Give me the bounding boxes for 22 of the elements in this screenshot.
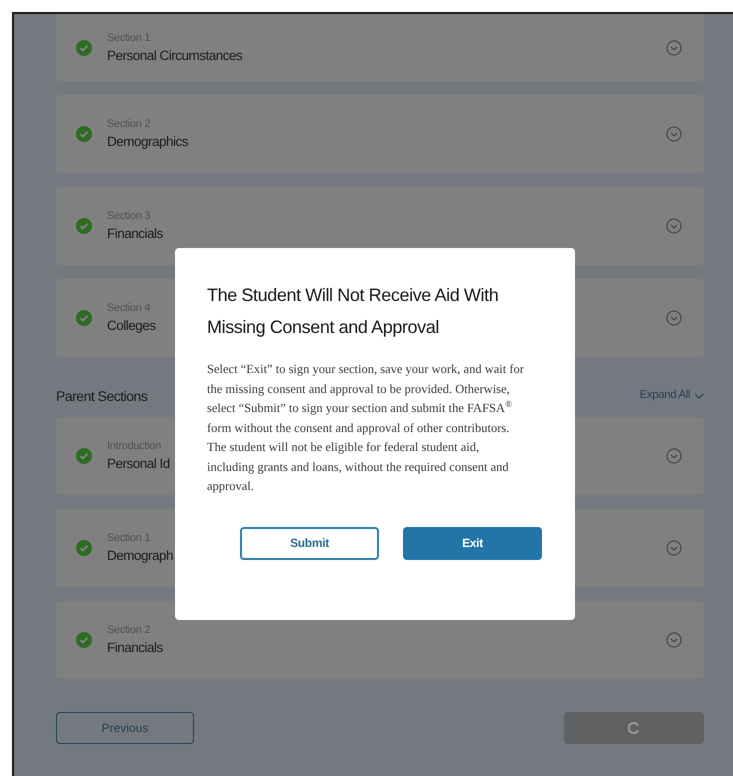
expand-all-button[interactable]: Expand All (640, 387, 704, 405)
chevron-down-icon (694, 392, 704, 400)
section-title: Financials (107, 225, 163, 243)
modal-message: Select “Exit” to sign your section, save your work, and wait for the missing consent and approval to be provided. Otherwise, select “Submit” to sign your section and submit the FAFSA$^{®}$ form without the consent and approval of other contributors. The student will not be eligible for federal student aid, including grants and loans, without the required consent and approval. (207, 361, 525, 495)
section-title: Personal Circumstances (107, 46, 242, 64)
section-title: Demographics (107, 133, 188, 151)
submit-button[interactable]: Submit (240, 526, 379, 560)
section-title: Personal Id (107, 455, 170, 473)
modal-title: The Student Will Not Receive Aid With Missing Consent and Approval (207, 284, 500, 339)
chevron-down-circle-icon[interactable] (666, 218, 682, 234)
chevron-down-circle-icon[interactable] (666, 632, 682, 648)
section-title: Demograph (107, 547, 174, 565)
chevron-down-circle-icon[interactable] (666, 40, 682, 56)
chevron-down-circle-icon[interactable] (666, 126, 682, 142)
section-heading: Parent Sections (56, 386, 148, 406)
exit-button[interactable]: Exit (403, 526, 542, 560)
chevron-down-circle-icon[interactable] (666, 448, 682, 464)
previous-button[interactable]: Previous (56, 712, 194, 744)
section-title: Colleges (107, 317, 156, 335)
chevron-down-circle-icon[interactable] (666, 310, 682, 326)
section-title: Financials (107, 639, 163, 657)
chevron-down-circle-icon[interactable] (666, 540, 682, 556)
